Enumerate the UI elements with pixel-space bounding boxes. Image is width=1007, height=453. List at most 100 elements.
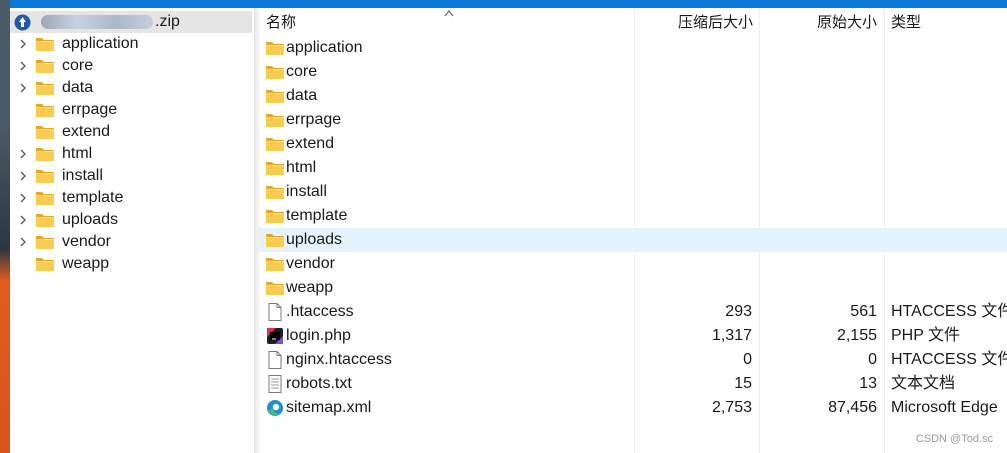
folder-icon [35,211,55,229]
tree-item-label: errpage [62,101,118,118]
column-type-header[interactable]: 类型 [891,8,921,38]
file-type: HTACCESS 文件 [891,351,1007,368]
tree-item[interactable]: uploads [10,209,254,231]
folder-icon [35,101,55,119]
folder-icon [35,167,55,185]
tree-item-label: weapp [62,255,110,272]
file-row[interactable]: robots.txt 15 13 文本文档 [259,372,1007,396]
file-compressed-size: 0 [743,351,752,368]
tree-item[interactable]: install [10,165,254,187]
file-row[interactable]: template [259,204,1007,228]
file-original-size: 561 [850,303,877,320]
tree-item[interactable]: errpage [10,99,254,121]
tree-item[interactable]: extend [10,121,254,143]
file-name: data [286,87,318,104]
file-name: errpage [286,111,342,128]
folder-icon [35,255,55,273]
file-row[interactable]: application [259,36,1007,60]
chevron-right-icon[interactable] [17,236,29,248]
tree-item-label: install [62,167,103,184]
file-compressed-size: 15 [734,375,752,392]
folder-icon [35,189,55,207]
file-original-size [761,108,877,132]
window-top-bar [0,0,1007,8]
file-compressed-size [635,204,752,228]
file-compressed-size [635,228,752,252]
column-original-size-header[interactable]: 原始大小 [761,8,877,38]
file-original-size: 87,456 [828,399,877,416]
chevron-right-icon[interactable] [17,192,29,204]
folder-icon [265,111,285,129]
file-row[interactable]: login.php 1,317 2,155 PHP 文件 [259,324,1007,348]
file-name: template [286,207,348,224]
file-row[interactable]: nginx.htaccess 0 0 HTACCESS 文件 [259,348,1007,372]
file-compressed-size [635,84,752,108]
archive-icon [14,14,31,30]
file-row[interactable]: core [259,60,1007,84]
file-name: extend [286,135,335,152]
file-name: uploads [286,231,343,248]
file-row[interactable]: data [259,84,1007,108]
sort-ascending-icon [444,10,454,17]
file-type: 文本文档 [891,375,956,392]
file-compressed-size: 2,753 [711,399,752,416]
tree-item[interactable]: html [10,143,254,165]
file-row[interactable]: errpage [259,108,1007,132]
tree-item[interactable]: template [10,187,254,209]
folder-icon [35,145,55,163]
file-name: login.php [286,327,351,344]
column-compressed-size-header[interactable]: 压缩后大小 [635,8,753,38]
file-row[interactable]: install [259,180,1007,204]
file-name: sitemap.xml [286,399,372,416]
archive-name-label: .zip [155,13,180,30]
file-compressed-size [635,156,752,180]
file-row[interactable]: html [259,156,1007,180]
folder-icon [265,231,285,249]
archive-root-node[interactable]: .zip [10,11,252,33]
chevron-right-icon[interactable] [17,214,29,226]
file-row[interactable]: .htaccess 293 561 HTACCESS 文件 [259,300,1007,324]
file-original-size [761,132,877,156]
folder-icon [35,35,55,53]
file-type: HTACCESS 文件 [891,303,1007,320]
file-name: application [286,39,363,56]
file-compressed-size [635,132,752,156]
file-row[interactable]: extend [259,132,1007,156]
tree-item-label: uploads [62,211,119,228]
tree-item[interactable]: application [10,33,254,55]
file-original-size [761,276,877,300]
tree-item-label: html [62,145,93,162]
file-compressed-size: 293 [725,303,752,320]
chevron-right-icon[interactable] [17,38,29,50]
tree-item-label: data [62,79,94,96]
tree-item[interactable]: vendor [10,231,254,253]
file-name: html [286,159,317,176]
file-compressed-size [635,276,752,300]
tree-item[interactable]: data [10,77,254,99]
chevron-right-icon[interactable] [17,60,29,72]
chevron-right-icon[interactable] [17,82,29,94]
watermark: CSDN @Tod.sc [915,433,993,445]
folder-icon [265,255,285,273]
file-name: vendor [286,255,335,272]
folder-icon [265,63,285,81]
folder-icon [265,159,285,177]
file-row[interactable]: sitemap.xml 2,753 87,456 Microsoft Edge [259,396,1007,420]
file-row[interactable]: weapp [259,276,1007,300]
edge-file-icon [265,399,285,417]
tree-item[interactable]: core [10,55,254,77]
background-window-strip [0,0,10,453]
tree-item-label: extend [62,123,111,140]
php-file-icon [265,327,285,345]
tree-item[interactable]: weapp [10,253,254,275]
folder-icon [265,135,285,153]
file-row[interactable]: uploads [259,228,1007,252]
file-original-size [761,60,877,84]
chevron-right-icon[interactable] [17,170,29,182]
file-type: PHP 文件 [891,327,961,344]
file-original-size [761,204,877,228]
chevron-right-icon[interactable] [17,148,29,160]
file-row[interactable]: vendor [259,252,1007,276]
column-name-header[interactable]: 名称 [266,8,296,38]
file-name: core [286,63,318,80]
